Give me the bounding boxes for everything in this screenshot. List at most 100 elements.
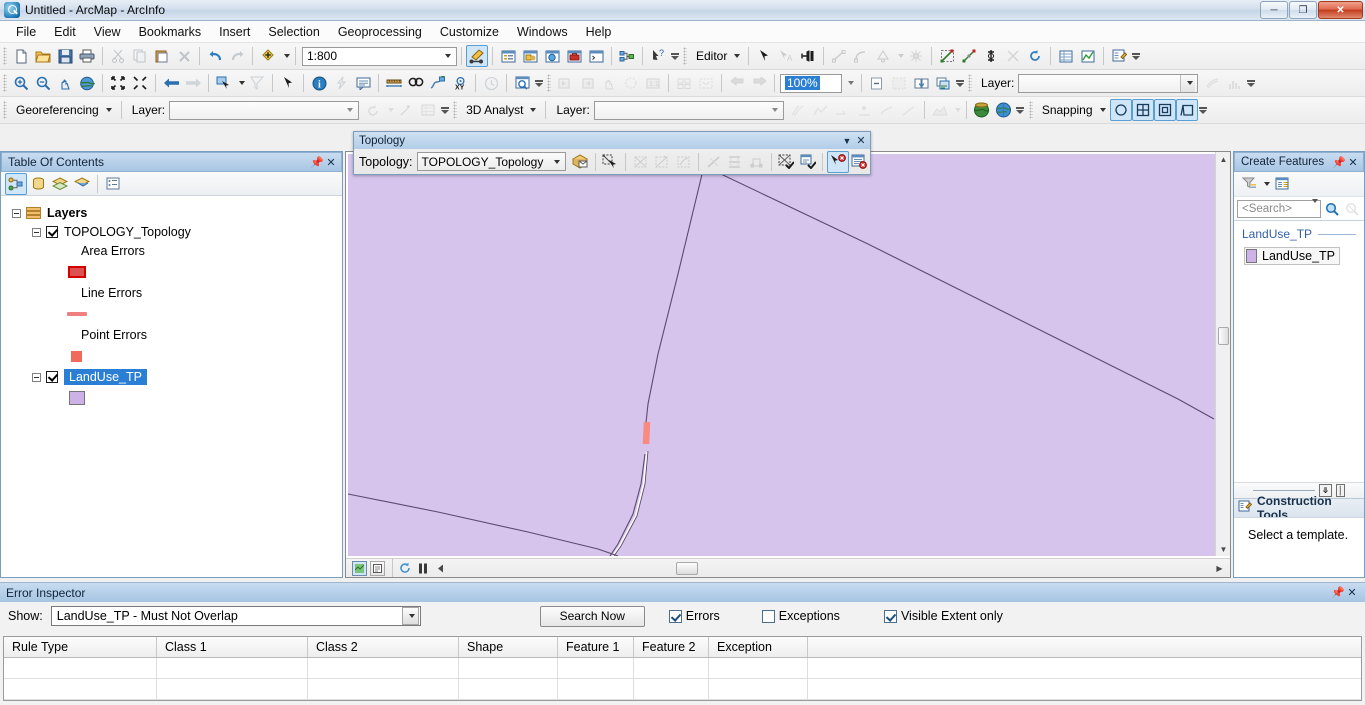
- add-data-icon[interactable]: [257, 45, 279, 67]
- menu-edit[interactable]: Edit: [45, 22, 85, 42]
- chevron-down-icon[interactable]: [1180, 74, 1196, 92]
- go-forward-extent-icon[interactable]: [182, 72, 204, 94]
- fit-windows-icon[interactable]: [695, 72, 717, 94]
- error-inspector-icon[interactable]: [849, 151, 870, 173]
- menu-windows[interactable]: Windows: [508, 22, 577, 42]
- editor-zoom-combo[interactable]: 100%: [780, 73, 842, 93]
- trace-icon[interactable]: [872, 45, 894, 67]
- add-data-dropdown-icon[interactable]: [279, 45, 291, 67]
- toolbar-overflow-button[interactable]: [1130, 45, 1141, 67]
- pause-drawing-icon[interactable]: [415, 561, 430, 576]
- tin-layer-combo[interactable]: [1018, 73, 1199, 93]
- edit-annotation-icon[interactable]: A: [775, 45, 797, 67]
- menu-file[interactable]: File: [7, 22, 45, 42]
- topology-select-combo[interactable]: TOPOLOGY_Topology: [416, 152, 567, 171]
- toolbar-grip[interactable]: [453, 101, 458, 119]
- errors-checkbox[interactable]: [668, 609, 682, 623]
- scroll-down-icon[interactable]: ▼: [1216, 542, 1231, 556]
- expander-icon[interactable]: [12, 208, 21, 218]
- menu-customize[interactable]: Customize: [431, 22, 508, 42]
- chevron-down-icon[interactable]: [105, 108, 112, 112]
- zoom-out-icon[interactable]: [32, 72, 54, 94]
- layout-view-icon[interactable]: [370, 560, 385, 576]
- time-slider-icon[interactable]: [480, 72, 502, 94]
- identify-icon[interactable]: i: [308, 72, 330, 94]
- editor-menu-label[interactable]: Editor: [690, 49, 731, 63]
- toolbar-overflow-button[interactable]: [1245, 72, 1256, 94]
- chevron-down-icon[interactable]: ▼: [840, 134, 854, 148]
- minimize-button[interactable]: ─: [1260, 1, 1288, 19]
- end-snap-icon[interactable]: [1175, 99, 1198, 121]
- fixed-zoom-in-icon[interactable]: [107, 72, 129, 94]
- create-new-polygon-icon[interactable]: [746, 151, 767, 173]
- create-contour-icon[interactable]: [876, 99, 898, 121]
- filter-templates-icon[interactable]: [1238, 173, 1260, 195]
- column-header-class-2[interactable]: Class 2: [308, 637, 459, 657]
- chevron-down-icon[interactable]: [1309, 198, 1318, 215]
- rotate-raster-icon[interactable]: [362, 99, 384, 121]
- validate-entire-topology-icon[interactable]: [797, 151, 818, 173]
- attributes-split-icon[interactable]: [797, 45, 819, 67]
- expander-icon[interactable]: [32, 372, 41, 382]
- attribute-table-icon[interactable]: [1055, 45, 1077, 67]
- toolbar-overflow-button[interactable]: [954, 72, 965, 94]
- scroll-thumb[interactable]: [1218, 327, 1229, 345]
- construct-features-icon[interactable]: [703, 151, 724, 173]
- point-snap-icon[interactable]: [1109, 99, 1132, 121]
- toc-item-area-errors[interactable]: Area Errors: [9, 242, 342, 260]
- cut-icon[interactable]: [107, 45, 129, 67]
- georeferencing-menu-label[interactable]: Georeferencing: [10, 103, 103, 117]
- merge-icon[interactable]: [1002, 45, 1024, 67]
- toc-item-point-errors[interactable]: Point Errors: [9, 326, 342, 344]
- chevron-down-icon[interactable]: [766, 102, 781, 119]
- full-extent-icon[interactable]: [76, 72, 98, 94]
- scroll-up-icon[interactable]: ▲: [1216, 152, 1231, 166]
- menu-view[interactable]: View: [85, 22, 130, 42]
- search-icon[interactable]: [1323, 200, 1341, 218]
- toc-item-landuse[interactable]: LandUse_TP: [9, 368, 342, 386]
- menu-help[interactable]: Help: [577, 22, 621, 42]
- column-header-shape[interactable]: Shape: [459, 637, 558, 657]
- steepest-path-icon[interactable]: [832, 99, 854, 121]
- editor-toolbar-icon[interactable]: [466, 45, 488, 67]
- new-page-icon[interactable]: [866, 72, 888, 94]
- create-viewer-window-icon[interactable]: [511, 72, 533, 94]
- close-icon[interactable]: ✕: [324, 155, 338, 169]
- topology-toolbar-title-bar[interactable]: Topology ▼ ✕: [354, 132, 870, 149]
- toc-symbol-point-errors[interactable]: [9, 345, 342, 367]
- chevron-down-icon[interactable]: [401, 607, 419, 625]
- validate-topology-in-extent-icon[interactable]: [776, 151, 797, 173]
- chart-dropdown-icon[interactable]: [951, 99, 962, 121]
- editor-nav-next-icon[interactable]: [576, 72, 598, 94]
- split-polygon-icon[interactable]: [958, 45, 980, 67]
- select-elements-icon[interactable]: [277, 72, 299, 94]
- visible-extent-checkbox[interactable]: [883, 609, 897, 623]
- table-of-contents-icon[interactable]: [497, 45, 519, 67]
- rotate-icon[interactable]: [1024, 45, 1046, 67]
- analyst3d-menu-label[interactable]: 3D Analyst: [460, 103, 527, 117]
- arctoolbox-icon[interactable]: [563, 45, 585, 67]
- toolbar-grip[interactable]: [547, 74, 551, 92]
- print-icon[interactable]: [76, 45, 98, 67]
- toolbar-overflow-button[interactable]: [533, 72, 544, 94]
- options-icon[interactable]: [102, 173, 124, 195]
- view-link-table-icon[interactable]: [417, 99, 439, 121]
- filter-templates-dropdown-icon[interactable]: [1260, 173, 1271, 195]
- organize-templates-icon[interactable]: [1271, 173, 1293, 195]
- hyperlink-icon[interactable]: [330, 72, 352, 94]
- map-scale-combo[interactable]: 1:800: [302, 46, 457, 66]
- chevron-down-icon[interactable]: [530, 108, 537, 112]
- previous-page-icon[interactable]: [726, 72, 748, 94]
- delete-icon[interactable]: [173, 45, 195, 67]
- select-features-dropdown-icon[interactable]: [235, 72, 246, 94]
- editor-zoom-dropdown-icon[interactable]: [842, 72, 857, 94]
- search-window-icon[interactable]: [541, 45, 563, 67]
- paste-icon[interactable]: [151, 45, 173, 67]
- clear-search-icon[interactable]: [1343, 200, 1361, 218]
- select-features-icon[interactable]: [213, 72, 235, 94]
- pin-icon[interactable]: 📌: [1332, 155, 1346, 169]
- zoom-in-icon[interactable]: [10, 72, 32, 94]
- go-back-extent-icon[interactable]: [160, 72, 182, 94]
- python-window-icon[interactable]: [585, 45, 607, 67]
- toc-symbol-landuse[interactable]: [9, 387, 342, 409]
